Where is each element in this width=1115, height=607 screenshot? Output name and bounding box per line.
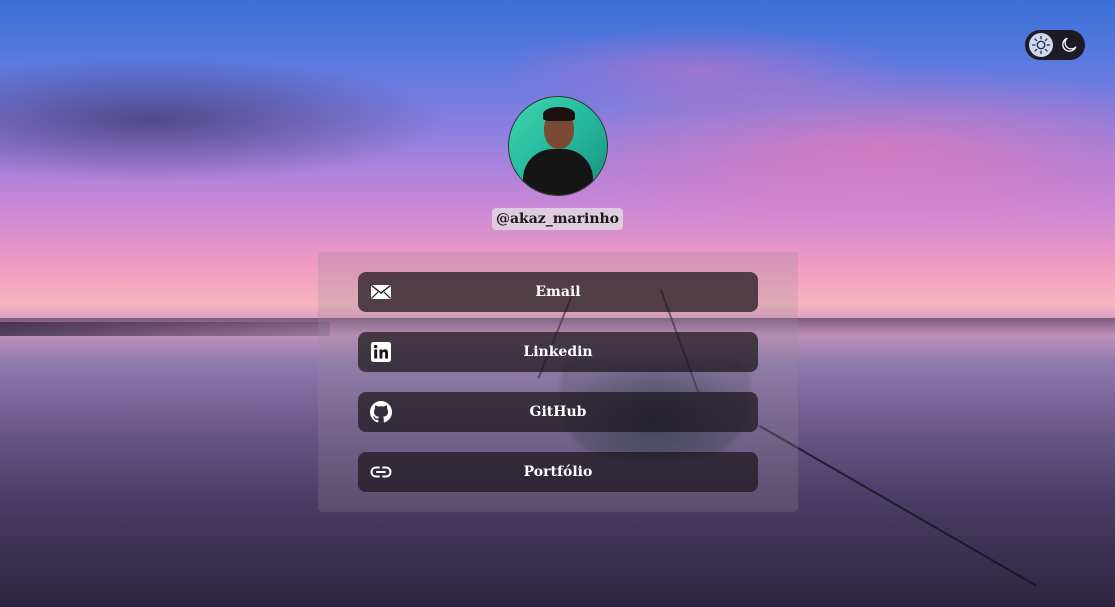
portfolio-label: Portfólio [523, 464, 593, 480]
github-button[interactable]: GitHub [358, 392, 758, 432]
avatar [507, 96, 608, 196]
link-icon [369, 460, 393, 484]
shoreline [0, 322, 330, 336]
avatar-body [522, 149, 593, 195]
portfolio-button[interactable]: Portfólio [358, 452, 758, 492]
email-button[interactable]: Email [358, 272, 758, 312]
linkedin-button[interactable]: Linkedin [358, 332, 758, 372]
profile-section: @akaz_marinho [0, 96, 1115, 230]
envelope-icon [369, 280, 393, 304]
github-label: GitHub [529, 404, 587, 420]
theme-toggle[interactable] [1025, 30, 1085, 60]
sun-icon[interactable] [1029, 33, 1053, 57]
moon-icon[interactable] [1057, 33, 1081, 57]
email-label: Email [535, 284, 581, 300]
avatar-hair [542, 107, 575, 121]
linkedin-label: Linkedin [523, 344, 593, 360]
links-card: Email Linkedin GitHub Portfólio [318, 252, 798, 512]
boat-rope [759, 425, 1038, 587]
linkedin-icon [369, 340, 393, 364]
github-icon [369, 400, 393, 424]
username: @akaz_marinho [491, 208, 624, 230]
